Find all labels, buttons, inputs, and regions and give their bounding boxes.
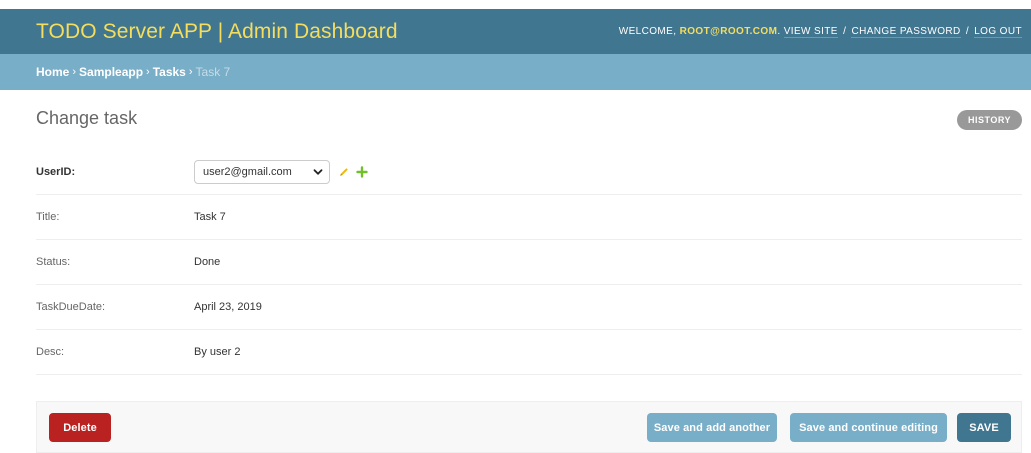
form-row-taskduedate: TaskDueDate: April 23, 2019 <box>36 285 1022 330</box>
save-and-add-another-button[interactable]: Save and add another <box>647 413 777 442</box>
userid-selected-value: user2@gmail.com <box>203 166 292 178</box>
breadcrumb-separator: › <box>72 66 77 78</box>
form-row-status: Status: Done <box>36 240 1022 285</box>
admin-change-page: TODO Server APP | Admin Dashboard WELCOM… <box>0 0 1031 453</box>
welcome-suffix: . <box>777 26 781 37</box>
username: ROOT@ROOT.COM <box>679 26 778 37</box>
save-button[interactable]: SAVE <box>957 413 1011 442</box>
submit-row: Delete Save and add another Save and con… <box>36 401 1022 453</box>
change-form: UserID: user2@gmail.com Title: Task 7 St… <box>36 150 1022 375</box>
breadcrumb-sampleapp[interactable]: Sampleapp <box>79 65 143 79</box>
breadcrumb: Home › Sampleapp › Tasks › Task 7 <box>0 54 1031 90</box>
save-and-continue-button[interactable]: Save and continue editing <box>790 413 947 442</box>
welcome-text: WELCOME, <box>618 26 677 37</box>
taskduedate-value: April 23, 2019 <box>194 301 262 313</box>
chevron-down-icon <box>313 169 323 175</box>
form-row-userid: UserID: user2@gmail.com <box>36 150 1022 195</box>
history-button[interactable]: HISTORY <box>956 110 1022 130</box>
breadcrumb-current: Task 7 <box>195 65 231 79</box>
userid-value: user2@gmail.com <box>194 160 368 184</box>
desc-label: Desc: <box>36 346 65 358</box>
userid-label: UserID: <box>36 166 76 178</box>
tools-separator: / <box>965 26 969 37</box>
header-bar: TODO Server APP | Admin Dashboard WELCOM… <box>0 9 1031 54</box>
change-password-link[interactable]: CHANGE PASSWORD <box>851 26 961 38</box>
desc-value: By user 2 <box>194 346 241 358</box>
user-tools: WELCOME, ROOT@ROOT.COM. VIEW SITE / CHAN… <box>618 26 1022 38</box>
status-label: Status: <box>36 256 71 268</box>
breadcrumb-home[interactable]: Home <box>36 65 69 79</box>
breadcrumb-separator: › <box>146 66 150 78</box>
site-brand[interactable]: TODO Server APP | Admin Dashboard <box>36 20 398 44</box>
userid-select[interactable]: user2@gmail.com <box>194 160 330 184</box>
plus-icon[interactable] <box>356 166 368 178</box>
form-row-desc: Desc: By user 2 <box>36 330 1022 375</box>
log-out-link[interactable]: LOG OUT <box>974 26 1022 38</box>
tools-separator: / <box>843 26 847 37</box>
status-value: Done <box>194 256 221 268</box>
page-title: Change task <box>36 108 138 128</box>
taskduedate-label: TaskDueDate: <box>36 301 106 313</box>
breadcrumb-separator: › <box>188 66 193 78</box>
delete-button[interactable]: Delete <box>49 413 111 442</box>
title-value: Task 7 <box>194 211 226 223</box>
title-label: Title: <box>36 211 60 223</box>
breadcrumb-tasks[interactable]: Tasks <box>153 65 186 79</box>
view-site-link[interactable]: VIEW SITE <box>783 26 838 38</box>
pencil-icon[interactable] <box>338 166 350 178</box>
form-row-title: Title: Task 7 <box>36 195 1022 240</box>
